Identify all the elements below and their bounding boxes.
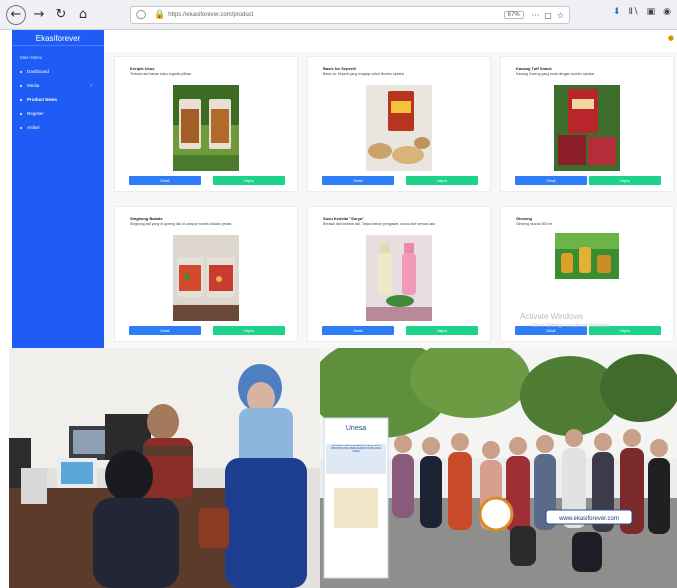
product-description: Singkong asli yang di goreng lalu di cam… xyxy=(130,222,232,226)
library-icon[interactable]: Ⅱ∖ xyxy=(628,7,638,17)
browser-toolbar: ← → ↻ ⌂ ◯ 🔒 https://ekasiforever.com/pro… xyxy=(0,0,677,30)
product-description: Terbuat dari bahan baku organik pilihan xyxy=(130,72,192,76)
screenshot-collage: ← → ↻ ⌂ ◯ 🔒 https://ekasiforever.com/pro… xyxy=(0,0,677,588)
sidebar-item-label: Artikel xyxy=(27,125,40,130)
product-name: Ginseng xyxy=(516,216,533,221)
bookmark-star-icon[interactable]: ☆ xyxy=(557,11,564,20)
product-image xyxy=(173,235,239,321)
product-name: Basic for Seperti! xyxy=(323,66,357,71)
shield-icon: ◯ xyxy=(136,10,147,20)
browser-tools: ⬇ Ⅱ∖ ▣ ◉ xyxy=(613,7,671,17)
delete-button[interactable]: Hapus xyxy=(406,176,478,185)
sidebar-item-register[interactable]: Register xyxy=(12,102,104,116)
top-bar: ● xyxy=(104,30,677,52)
sidebar-item-dashboard[interactable]: Dashboard xyxy=(12,60,104,74)
download-icon[interactable]: ⬇ xyxy=(613,7,621,17)
product-card: Kacang Tuff Snack Kacang Goreng yang ena… xyxy=(500,56,674,192)
product-image xyxy=(173,85,239,171)
url-text[interactable]: https://ekasiforever.com/product xyxy=(168,12,503,18)
brand-title[interactable]: Ekasiforever xyxy=(12,30,104,46)
sidebar-toggle-icon[interactable]: ▣ xyxy=(647,7,656,17)
back-arrow-icon[interactable]: ← xyxy=(6,4,26,25)
forward-arrow-icon[interactable]: → xyxy=(30,6,48,24)
product-description: Ginseng ukuran 500 ml xyxy=(516,222,553,226)
delete-button[interactable]: Hapus xyxy=(589,176,661,185)
zoom-level[interactable]: 67% xyxy=(503,11,524,19)
product-image xyxy=(555,233,619,279)
page-actions-icon[interactable]: ··· xyxy=(532,11,540,20)
product-description: Basic for Seperti yang lengkap untuk Bum… xyxy=(323,72,404,76)
sidebar-menu-label: Main Menu xyxy=(20,55,43,60)
bullet-icon xyxy=(20,98,22,101)
bullet-icon xyxy=(20,84,22,87)
detail-button[interactable]: Detail xyxy=(515,176,587,185)
product-description: Berasal dari kedelai asli. Tanpa bahan p… xyxy=(323,222,436,226)
account-icon[interactable]: ◉ xyxy=(663,7,671,17)
event-sign-text: www.ekasiforever.com xyxy=(558,516,619,522)
sidebar-item-product-news[interactable]: Product News xyxy=(12,88,104,102)
product-image xyxy=(554,85,620,171)
detail-button[interactable]: Detail xyxy=(322,326,394,335)
activate-windows-subtitle: Go to Settings to activate Windows. xyxy=(532,323,611,329)
product-card: Keripik Usus Terbuat dari bahan baku org… xyxy=(114,56,298,192)
bullet-icon xyxy=(20,70,22,73)
delete-button[interactable]: Hapus xyxy=(406,326,478,335)
product-name: Singkong Balado xyxy=(130,216,163,221)
product-card: Basic for Seperti! Basic for Seperti yan… xyxy=(307,56,491,192)
main-content: ● Keripik Usus Terbuat dari bahan baku o… xyxy=(104,30,677,348)
product-card: Ginseng Ginseng ukuran 500 ml Detail Hap… xyxy=(500,206,674,342)
address-bar[interactable]: ◯ 🔒 https://ekasiforever.com/product 67%… xyxy=(130,6,570,24)
activate-windows-title: Activate Windows xyxy=(520,312,584,321)
office-photo xyxy=(9,348,320,588)
bullet-icon xyxy=(20,112,22,115)
banner-text-box: PENDAMPINGAN PENERAPAN TEKNOLOGI PRODUKS… xyxy=(331,445,381,453)
product-card: Singkong Balado Singkong asli yang di go… xyxy=(114,206,298,342)
detail-button[interactable]: Detail xyxy=(322,176,394,185)
product-image xyxy=(366,85,432,171)
product-card: Susu Kedelai "Surya" Berasal dari kedela… xyxy=(307,206,491,342)
product-name: Susu Kedelai "Surya" xyxy=(323,216,365,221)
home-icon[interactable]: ⌂ xyxy=(74,6,92,24)
delete-button[interactable]: Hapus xyxy=(213,176,285,185)
product-description: Kacang Goreng yang enak dengan bumbu spe… xyxy=(516,72,594,76)
pocket-icon[interactable]: ▢ xyxy=(544,11,552,20)
bullet-icon xyxy=(20,126,22,129)
detail-button[interactable]: Detail xyxy=(129,176,201,185)
detail-button[interactable]: Detail xyxy=(129,326,201,335)
user-avatar-icon[interactable]: ● xyxy=(668,34,674,42)
product-name: Kacang Tuff Snack xyxy=(516,66,552,71)
group-photo: Unesa PENDAMPINGAN PENERAPAN TEKNOLOGI P… xyxy=(320,348,677,588)
product-image xyxy=(366,235,432,321)
lock-icon: 🔒 xyxy=(154,10,166,20)
sidebar-item-media[interactable]: Media ‹ xyxy=(12,74,104,89)
product-name: Keripik Usus xyxy=(130,66,155,71)
sidebar-item-artikel[interactable]: Artikel xyxy=(12,116,104,130)
delete-button[interactable]: Hapus xyxy=(213,326,285,335)
banner-text: PENDAMPINGAN PENERAPAN TEKNOLOGI PRODUKS… xyxy=(331,445,381,453)
banner-logo: Unesa xyxy=(346,425,366,432)
sidebar: Ekasiforever Main Menu Dashboard Media ‹… xyxy=(12,30,104,348)
reload-icon[interactable]: ↻ xyxy=(52,6,70,24)
